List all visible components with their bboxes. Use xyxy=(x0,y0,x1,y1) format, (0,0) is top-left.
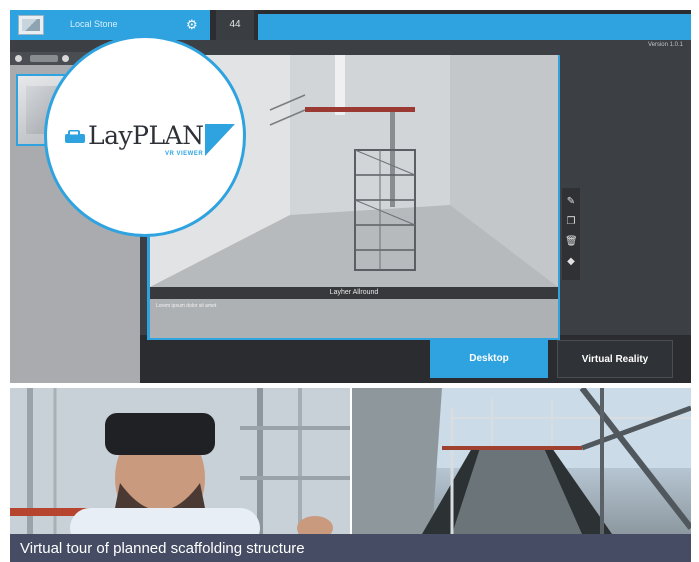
tab-project-label: Local Stone xyxy=(70,19,118,29)
desktop-button[interactable]: Desktop xyxy=(430,340,548,378)
tag-icon[interactable]: ◆ xyxy=(565,256,577,268)
vr-scaffold-view-photo xyxy=(352,388,691,534)
tab-secondary[interactable]: 44 xyxy=(216,10,254,40)
vr-scaffold-image xyxy=(352,388,691,534)
header-strip xyxy=(258,14,691,40)
scene-caption: Layher Allround xyxy=(150,287,558,299)
logo-badge: LayPLAN VR VIEWER xyxy=(44,35,246,237)
logo-sub-text: VR VIEWER xyxy=(165,151,204,157)
virtual-reality-button[interactable]: Virtual Reality xyxy=(557,340,673,378)
vr-headset-photo xyxy=(10,388,350,534)
vr-user-image xyxy=(10,388,350,534)
version-label: Version 1.0.1 xyxy=(647,42,683,48)
logo-car-icon xyxy=(65,130,85,143)
logo-flag-icon xyxy=(205,124,235,156)
copy-icon[interactable]: ❐ xyxy=(565,216,577,228)
top-bar: Local Stone ⚙ 44 xyxy=(10,10,691,40)
side-toolbar: ✎ ❐ 🗑 ◆ xyxy=(562,188,580,280)
info-icon[interactable] xyxy=(15,55,22,62)
note-area[interactable]: Lorem ipsum dolor sit amet xyxy=(150,299,558,338)
caption-text: Virtual tour of planned scaffolding stru… xyxy=(20,540,305,557)
search-icon[interactable] xyxy=(62,55,69,62)
page: Local Stone ⚙ 44 Version 1.0.1 Layher Al… xyxy=(0,0,699,562)
caption-bar: Virtual tour of planned scaffolding stru… xyxy=(10,534,691,562)
project-thumbnail-icon xyxy=(18,15,44,35)
trash-icon[interactable]: 🗑 xyxy=(565,236,578,248)
gear-icon[interactable]: ⚙ xyxy=(186,17,198,33)
tab-project[interactable]: Local Stone ⚙ xyxy=(10,10,210,40)
note-text: Lorem ipsum dolor sit amet xyxy=(156,303,217,309)
edit-icon[interactable]: ✎ xyxy=(565,196,577,208)
logo-brand-text: LayPLAN xyxy=(88,121,204,150)
filter-bar[interactable] xyxy=(30,55,58,62)
